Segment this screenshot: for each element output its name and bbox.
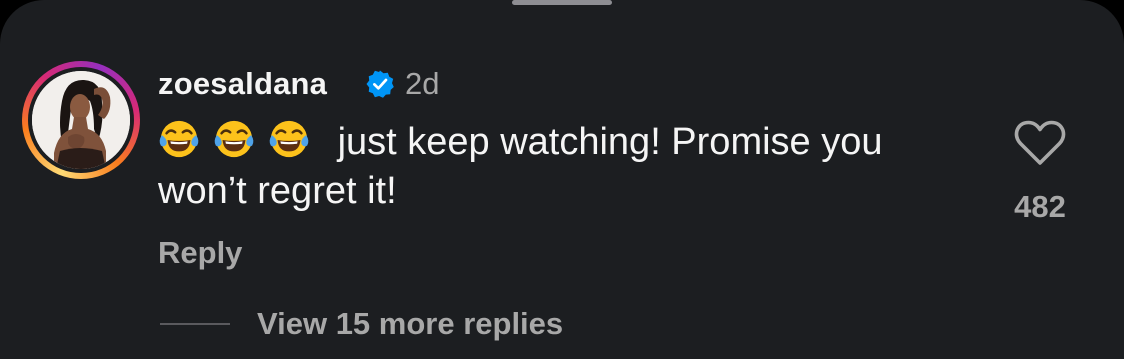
heart-outline-icon[interactable] xyxy=(1012,118,1068,168)
face-with-tears-of-joy-icon xyxy=(214,120,254,158)
comments-sheet: zoesaldana 2d just keep watching! Promis… xyxy=(0,0,1124,359)
face-with-tears-of-joy-icon xyxy=(159,120,199,158)
avatar xyxy=(32,71,130,169)
comment-body: just keep watching! Promise you won’t re… xyxy=(158,118,918,216)
like-count: 482 xyxy=(1014,189,1066,224)
view-more-replies-button[interactable]: View 15 more replies xyxy=(257,304,563,344)
avatar-photo-image xyxy=(32,71,130,169)
face-with-tears-of-joy-icon xyxy=(269,120,309,158)
replies-divider-line xyxy=(160,323,230,325)
comment-username[interactable]: zoesaldana xyxy=(158,64,327,104)
reply-button[interactable]: Reply xyxy=(158,233,242,273)
avatar-story-ring[interactable] xyxy=(22,61,140,179)
sheet-grabber-handle[interactable] xyxy=(512,0,612,5)
emoji-run xyxy=(158,120,334,163)
verified-badge-icon xyxy=(366,70,394,98)
comment-timestamp: 2d xyxy=(405,66,440,101)
